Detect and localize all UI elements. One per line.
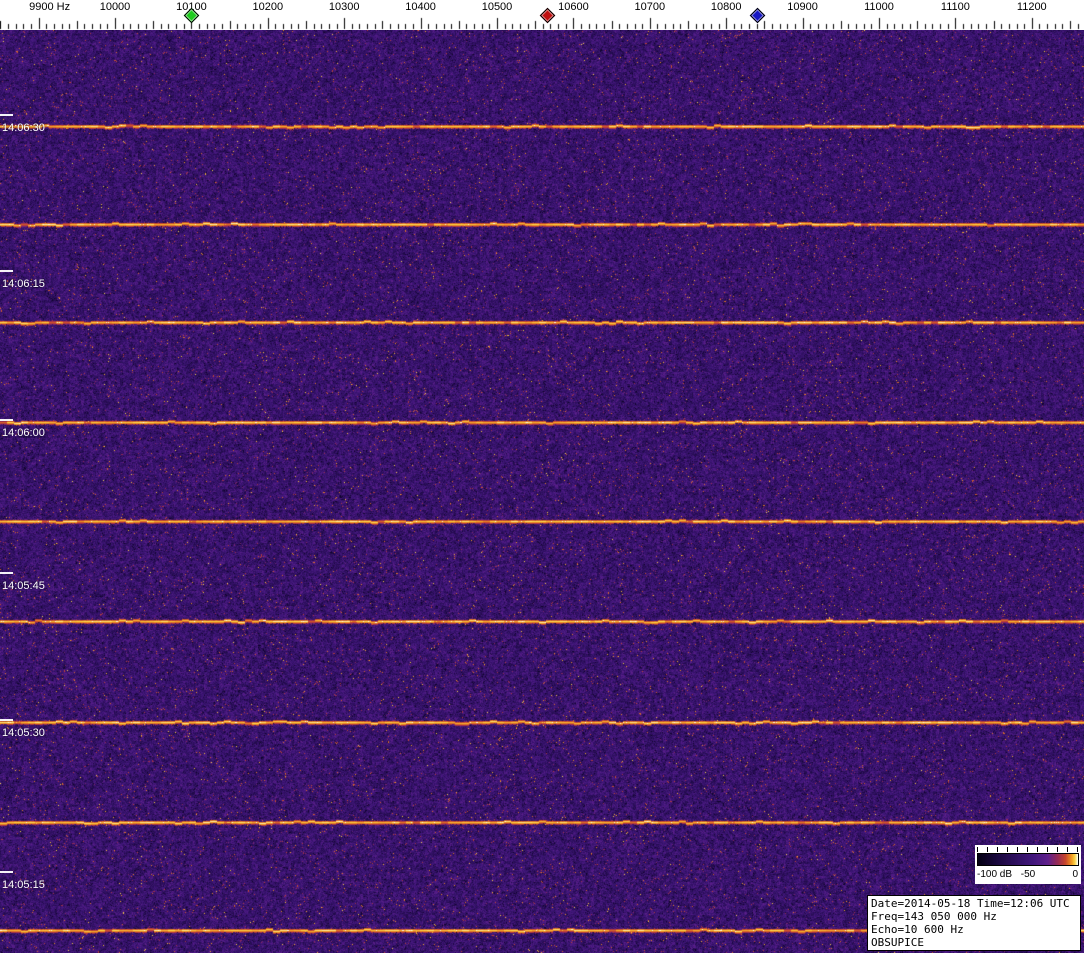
info-line: Freq=143 050 000 Hz [871,910,997,923]
legend-tick [1027,847,1028,852]
legend-labels: -100 dB -50 0 [975,868,1081,882]
legend-tick [1037,847,1038,852]
spectrogram-app: 9900 Hz100001010010200103001040010500106… [0,0,1084,953]
frequency-tick-label: 10200 [252,1,284,13]
frequency-ruler: 9900 Hz100001010010200103001040010500106… [0,0,1084,30]
frequency-tick-label: 11200 [1016,1,1047,13]
frequency-tick-label: 10400 [405,1,436,13]
frequency-tick-label: 10500 [481,1,513,13]
frequency-tick-label: 11000 [864,1,894,13]
frequency-tick-label: 9900 Hz [29,1,71,13]
frequency-tick-label: 10800 [710,1,742,13]
frequency-tick-label: 10700 [634,1,666,13]
legend-tick [1007,847,1008,852]
frequency-tick-label: 11100 [940,1,970,13]
legend-tick [1077,847,1078,852]
legend-label-min: -100 dB [977,869,1013,880]
legend-tick [1017,847,1018,852]
legend-label-mid: -50 [1020,869,1036,880]
intensity-gradient-bar [978,854,1078,865]
info-line: OBSUPICE [871,936,924,949]
intensity-legend: -100 dB -50 0 [975,845,1081,884]
spectrogram-canvas[interactable] [0,30,1084,953]
info-line: Date=2014-05-18 Time=12:06 UTC [871,897,1070,910]
intensity-gradient-frame [977,853,1079,866]
legend-tick [977,847,978,852]
legend-tick [1057,847,1058,852]
frequency-tick-label: 10600 [558,1,589,13]
frequency-tick-label: 10000 [99,1,131,13]
legend-tick [1067,847,1068,852]
info-line: Echo=10 600 Hz [871,923,964,936]
frequency-tick-label: 10300 [328,1,360,13]
frequency-tick-label: 10900 [787,1,818,13]
legend-label-max: 0 [1072,869,1078,880]
legend-tick [997,847,998,852]
observation-info-box: Date=2014-05-18 Time=12:06 UTC Freq=143 0… [867,895,1081,951]
legend-tick-row [977,847,1079,852]
legend-tick [1047,847,1048,852]
legend-tick [987,847,988,852]
